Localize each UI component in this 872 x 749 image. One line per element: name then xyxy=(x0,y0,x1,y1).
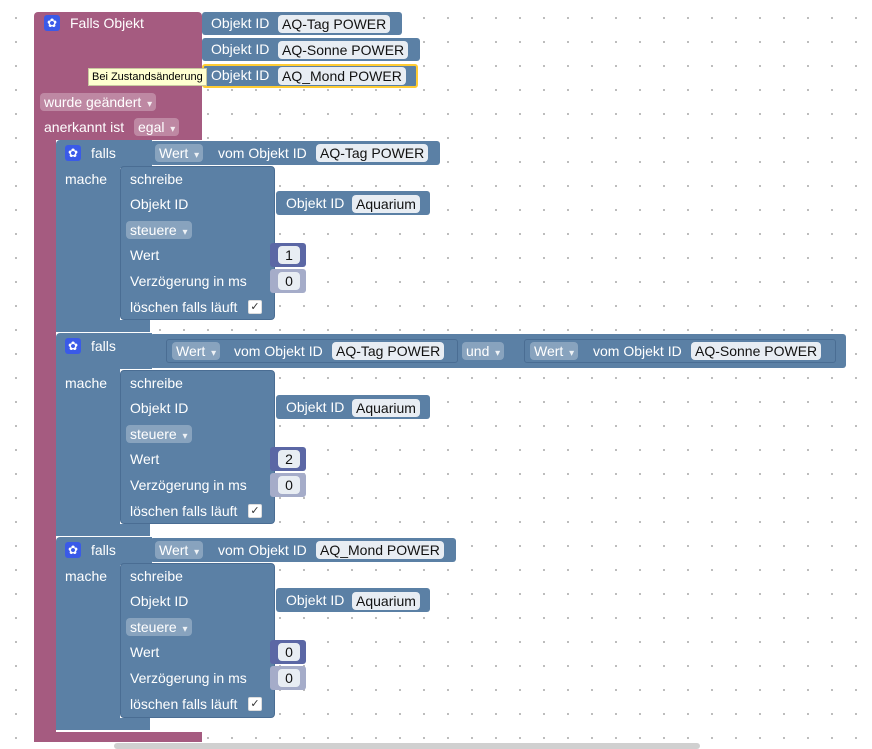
value-input[interactable]: 1 xyxy=(278,246,300,264)
mache-label: mache xyxy=(65,171,108,187)
gear-icon[interactable]: ✿ xyxy=(44,15,60,31)
falls-label: falls xyxy=(91,145,116,161)
vom-objekt-label: vom Objekt ID xyxy=(234,343,323,359)
property-dropdown[interactable]: Wert xyxy=(530,342,579,360)
object-id-label: Objekt ID xyxy=(286,592,345,608)
if-block-2-spine xyxy=(56,368,120,536)
if-block-2-bottom xyxy=(56,524,150,536)
trigger-block-bottom xyxy=(34,732,202,742)
write-title: schreibe xyxy=(130,375,183,391)
object-id-field[interactable]: AQ-Sonne POWER xyxy=(691,342,822,360)
write-block[interactable] xyxy=(120,370,275,524)
value-label: Wert xyxy=(130,644,160,660)
delay-label: Verzögerung in ms xyxy=(130,670,247,686)
checkmark-icon[interactable]: ✓ xyxy=(248,300,262,314)
ack-label: anerkannt ist xyxy=(44,119,125,135)
object-id-field[interactable]: AQ_Mond POWER xyxy=(316,541,444,559)
object-id-field[interactable]: AQ-Tag POWER xyxy=(278,15,391,33)
gear-icon[interactable]: ✿ xyxy=(65,338,81,354)
value-label: Wert xyxy=(130,247,160,263)
value-input[interactable]: 2 xyxy=(278,450,300,468)
mache-label: mache xyxy=(65,375,108,391)
write-block[interactable] xyxy=(120,166,275,320)
gear-icon[interactable]: ✿ xyxy=(65,542,81,558)
object-id-label: Objekt ID xyxy=(211,67,270,83)
object-id-field[interactable]: AQ-Sonne POWER xyxy=(278,41,409,59)
value-input[interactable]: 0 xyxy=(278,643,300,661)
logic-operator-dropdown[interactable]: und xyxy=(462,342,505,360)
horizontal-scrollbar[interactable] xyxy=(114,743,700,749)
if-block-3-bottom xyxy=(56,718,150,730)
checkmark-icon[interactable]: ✓ xyxy=(248,504,262,518)
object-id-label: Objekt ID xyxy=(286,399,345,415)
mode-dropdown[interactable]: steuere xyxy=(126,425,192,443)
write-title: schreibe xyxy=(130,171,183,187)
object-id-field[interactable]: Aquarium xyxy=(352,399,420,417)
trigger-block-spine xyxy=(34,138,56,734)
write-title: schreibe xyxy=(130,568,183,584)
clear-label: löschen falls läuft xyxy=(130,299,238,315)
object-id-field[interactable]: AQ-Tag POWER xyxy=(332,342,445,360)
gear-icon[interactable]: ✿ xyxy=(65,145,81,161)
mode-dropdown[interactable]: steuere xyxy=(126,221,192,239)
delay-input[interactable]: 0 xyxy=(278,272,300,290)
object-id-label: Objekt ID xyxy=(286,195,345,211)
property-dropdown[interactable]: Wert xyxy=(155,144,204,162)
object-id-field[interactable]: AQ-Tag POWER xyxy=(316,144,429,162)
vom-objekt-label: vom Objekt ID xyxy=(218,145,307,161)
property-dropdown[interactable]: Wert xyxy=(155,541,204,559)
object-id-field[interactable]: Aquarium xyxy=(352,195,420,213)
value-label: Wert xyxy=(130,451,160,467)
falls-label: falls xyxy=(91,338,116,354)
object-id-field[interactable]: AQ_Mond POWER xyxy=(278,67,406,85)
if-block-1-spine xyxy=(56,166,120,332)
falls-label: falls xyxy=(91,542,116,558)
object-id-label: Objekt ID xyxy=(130,196,189,212)
if-block-3-spine xyxy=(56,564,120,730)
vom-objekt-label: vom Objekt ID xyxy=(593,343,682,359)
ack-dropdown[interactable]: egal xyxy=(134,118,180,136)
mache-label: mache xyxy=(65,568,108,584)
vom-objekt-label: vom Objekt ID xyxy=(218,542,307,558)
clear-label: löschen falls läuft xyxy=(130,503,238,519)
trigger-title: Falls Objekt xyxy=(70,15,144,31)
tooltip: Bei Zustandsänderung xyxy=(88,68,207,86)
object-id-label: Objekt ID xyxy=(211,15,270,31)
delay-label: Verzögerung in ms xyxy=(130,273,247,289)
clear-label: löschen falls läuft xyxy=(130,696,238,712)
object-id-label: Objekt ID xyxy=(130,400,189,416)
object-id-label: Objekt ID xyxy=(130,593,189,609)
changed-dropdown[interactable]: wurde geändert xyxy=(40,93,157,111)
checkmark-icon[interactable]: ✓ xyxy=(248,697,262,711)
mode-dropdown[interactable]: steuere xyxy=(126,618,192,636)
if-block-1-bottom xyxy=(56,320,150,332)
delay-input[interactable]: 0 xyxy=(278,476,300,494)
delay-label: Verzögerung in ms xyxy=(130,477,247,493)
object-id-field[interactable]: Aquarium xyxy=(352,592,420,610)
object-id-label: Objekt ID xyxy=(211,41,270,57)
delay-input[interactable]: 0 xyxy=(278,669,300,687)
property-dropdown[interactable]: Wert xyxy=(172,342,221,360)
